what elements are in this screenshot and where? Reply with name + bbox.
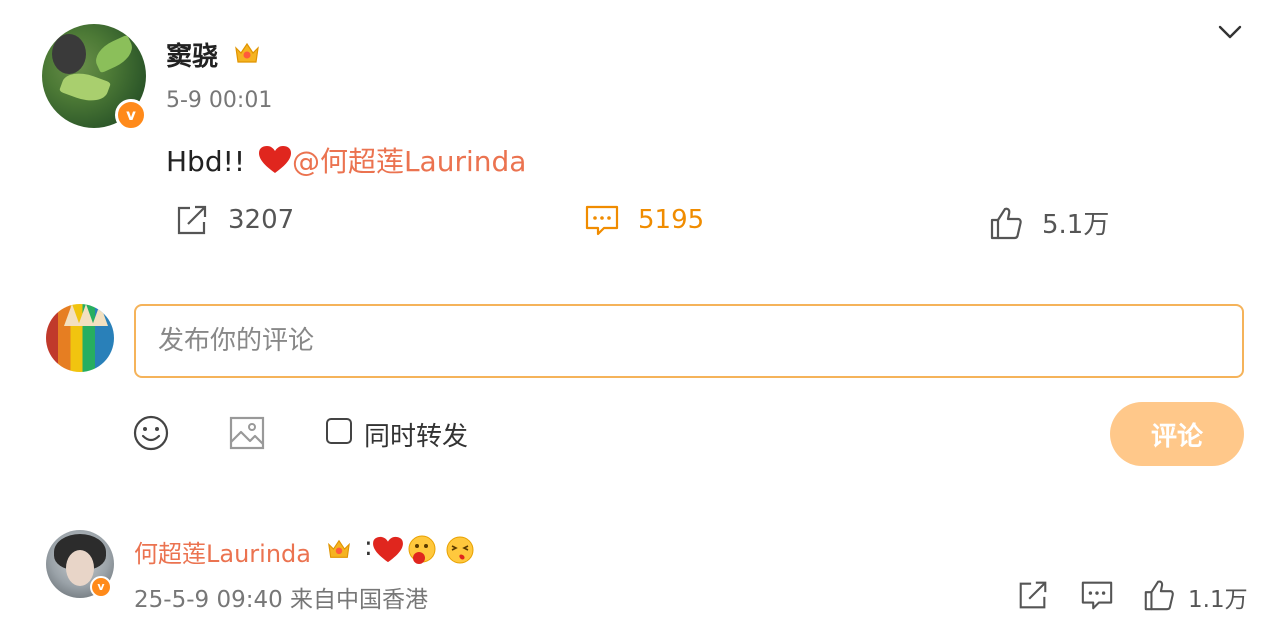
- reply-author-name[interactable]: 何超莲Laurinda: [134, 534, 311, 569]
- comment-button[interactable]: 5195: [584, 202, 704, 238]
- comment-input[interactable]: [134, 304, 1244, 378]
- post-body: Hbd!! @何超莲Laurinda: [166, 140, 526, 180]
- verified-badge-icon: v: [115, 99, 147, 131]
- red-heart-icon: [373, 536, 403, 563]
- post-text: Hbd!!: [166, 145, 254, 178]
- post-author-name[interactable]: 窦骁: [166, 36, 218, 73]
- crown-icon: [328, 539, 350, 558]
- mention-link[interactable]: @何超莲Laurinda: [292, 145, 526, 178]
- repost-count: 3207: [228, 205, 295, 235]
- reply-like-count: 1.1万: [1188, 587, 1248, 613]
- image-icon[interactable]: [228, 414, 266, 452]
- share-icon[interactable]: [1016, 578, 1050, 612]
- like-button[interactable]: 5.1万: [988, 204, 1109, 241]
- like-count: 5.1万: [1042, 210, 1110, 240]
- share-icon: [177, 205, 207, 235]
- smiley-icon[interactable]: [132, 414, 170, 452]
- verified-badge-icon: v: [90, 576, 112, 598]
- comment-count: 5195: [638, 205, 705, 235]
- post-timestamp[interactable]: 5-9 00:01: [166, 88, 272, 113]
- chevron-down-icon[interactable]: [1216, 18, 1244, 46]
- comment-icon[interactable]: [1080, 578, 1114, 612]
- repost-checkbox-label[interactable]: 同时转发: [364, 416, 468, 453]
- repost-button[interactable]: 3207: [174, 202, 294, 238]
- comment-icon: [585, 205, 619, 236]
- repost-checkbox[interactable]: [326, 418, 352, 444]
- thinking-face-icon: [408, 535, 436, 564]
- thumbs-up-icon[interactable]: [1142, 578, 1176, 612]
- submit-comment-button[interactable]: 评论: [1110, 402, 1244, 466]
- thumbs-up-icon: [990, 207, 1022, 239]
- red-heart-icon: [258, 146, 291, 173]
- reply-meta: 25-5-9 09:40 来自中国香港: [134, 587, 429, 613]
- current-user-avatar: [46, 304, 114, 372]
- crown-icon: [235, 42, 259, 63]
- blowing-kiss-face-icon: [446, 536, 474, 564]
